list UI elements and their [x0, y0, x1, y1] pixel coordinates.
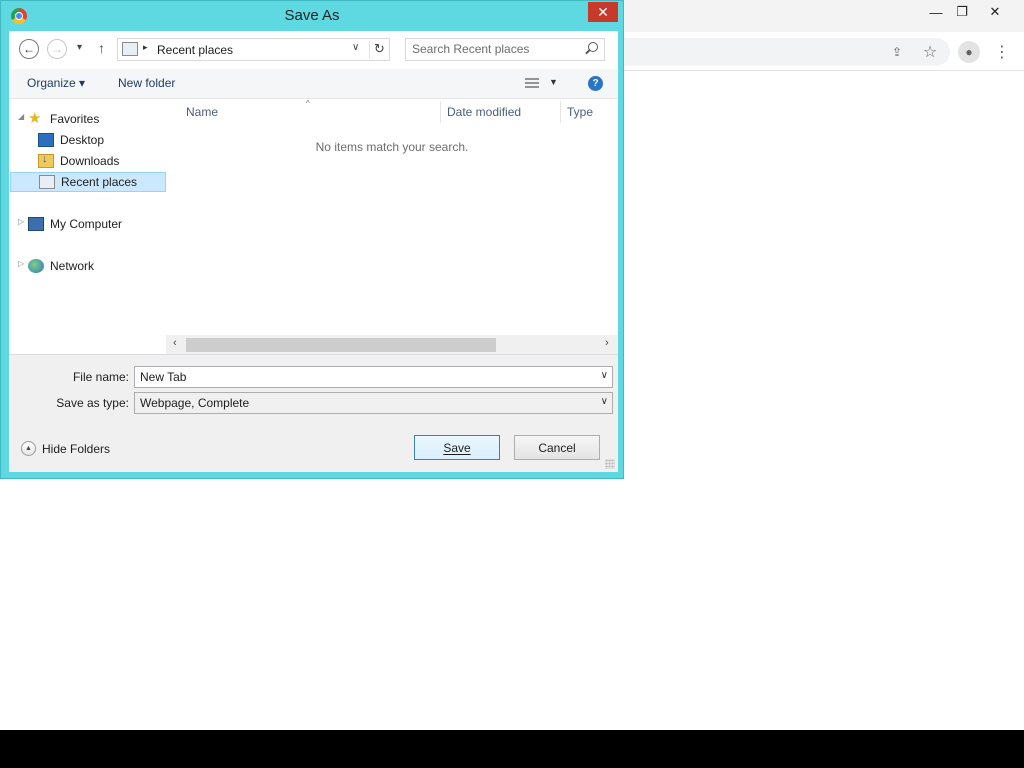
bookmark-button[interactable]: ☆: [919, 41, 941, 63]
search-box[interactable]: [405, 38, 605, 61]
view-dropdown-icon[interactable]: ▼: [549, 77, 558, 87]
navigation-bar: ← → ▾ ↑ ▸ Recent places ∨ ↻: [9, 31, 618, 69]
network-icon: [28, 259, 44, 273]
help-glyph: ?: [592, 78, 599, 89]
desktop-icon: [38, 133, 54, 147]
nav-item-network[interactable]: Network: [28, 256, 94, 276]
nav-item-favorites[interactable]: ★ Favorites: [28, 109, 99, 129]
star-icon: ★: [28, 110, 42, 127]
breadcrumb-recent-places[interactable]: Recent places: [157, 43, 233, 57]
up-arrow-icon: ↑: [98, 40, 105, 56]
recent-places-icon: [122, 42, 138, 56]
sort-ascending-icon: ^: [306, 99, 310, 108]
chevron-down-icon[interactable]: ∨: [601, 370, 608, 381]
dialog-close-button[interactable]: ✕: [588, 2, 618, 22]
computer-icon: [28, 217, 44, 231]
search-input[interactable]: [412, 42, 577, 56]
profile-button[interactable]: ●: [958, 41, 980, 63]
favorites-expander-icon[interactable]: ◢: [18, 112, 24, 121]
back-arrow-icon: ←: [23, 42, 35, 56]
search-icon[interactable]: [588, 42, 598, 52]
file-list[interactable]: ^ Name Date modified Type No items match…: [166, 99, 618, 335]
file-name-value[interactable]: New Tab: [140, 370, 186, 384]
chrome-menu-button[interactable]: ⋮: [991, 41, 1013, 63]
nav-item-label: Desktop: [60, 133, 105, 147]
column-header-name[interactable]: Name: [186, 105, 218, 119]
close-icon: ✕: [989, 4, 1001, 19]
forward-button[interactable]: →: [47, 39, 67, 59]
nav-item-desktop[interactable]: Desktop: [38, 130, 104, 150]
up-button[interactable]: ↑: [98, 40, 105, 56]
collapse-up-icon: ▲: [21, 441, 36, 456]
scroll-left-icon[interactable]: ‹: [173, 337, 177, 349]
cancel-button-label: Cancel: [538, 440, 576, 455]
downloads-folder-icon: [38, 153, 54, 168]
taskbar: [0, 730, 1024, 768]
address-dropdown-icon[interactable]: ∨: [352, 42, 359, 53]
column-divider[interactable]: [440, 101, 441, 123]
new-folder-button[interactable]: New folder: [118, 76, 175, 90]
restore-icon: ❐: [956, 4, 968, 19]
save-button-label: Save: [443, 440, 471, 455]
nav-item-label: My Computer: [50, 217, 123, 231]
address-divider: [369, 41, 370, 58]
nav-item-recent-places[interactable]: Recent places: [10, 172, 166, 192]
browser-close-button[interactable]: ✕: [975, 0, 1015, 24]
cancel-button[interactable]: Cancel: [514, 435, 600, 460]
save-as-type-value: Webpage, Complete: [140, 396, 250, 410]
my-computer-expander-icon[interactable]: ▷: [18, 217, 24, 226]
nav-item-my-computer[interactable]: My Computer: [28, 214, 122, 234]
empty-state-message: No items match your search.: [315, 140, 469, 154]
refresh-icon[interactable]: ↻: [374, 41, 385, 57]
save-as-type-label: Save as type:: [56, 396, 129, 410]
back-button[interactable]: ←: [19, 39, 39, 59]
nav-item-label: Recent places: [61, 175, 138, 189]
nav-item-downloads[interactable]: Downloads: [38, 151, 119, 171]
forward-arrow-icon: →: [51, 42, 63, 56]
scrollbar-thumb[interactable]: [186, 338, 496, 352]
recent-locations-dropdown[interactable]: ▾: [77, 42, 82, 53]
navigation-pane: ◢ ★ Favorites Desktop Downloads Recent p…: [9, 99, 166, 354]
nav-item-label: Network: [50, 259, 95, 273]
column-header-type[interactable]: Type: [567, 105, 593, 119]
close-icon: ✕: [597, 3, 609, 20]
column-divider[interactable]: [560, 101, 561, 123]
save-as-type-select[interactable]: Webpage, Complete ∨: [134, 392, 613, 414]
dialog-body: ← → ▾ ↑ ▸ Recent places ∨ ↻ Organize ▾ N…: [9, 31, 618, 472]
share-icon: ⇪: [891, 45, 903, 59]
pane-divider: [9, 354, 618, 355]
file-name-label: File name:: [72, 370, 129, 384]
organize-button[interactable]: Organize ▾: [27, 76, 85, 90]
file-name-field[interactable]: New Tab ∨: [134, 366, 613, 388]
dialog-title-bar[interactable]: Save As ✕: [1, 1, 623, 31]
network-expander-icon[interactable]: ▷: [18, 259, 24, 268]
dialog-title: Save As: [284, 7, 340, 24]
hide-folders-button[interactable]: ▲ Hide Folders: [21, 441, 110, 456]
scroll-right-icon[interactable]: ›: [605, 337, 609, 349]
kebab-menu-icon: ⋮: [994, 44, 1010, 61]
save-button[interactable]: Save: [414, 435, 500, 460]
minimize-icon: —: [929, 4, 943, 20]
profile-icon: ●: [965, 45, 973, 59]
chevron-down-icon[interactable]: ∨: [601, 396, 608, 407]
nav-item-label: Downloads: [60, 154, 120, 168]
chevron-down-icon: ▾: [77, 42, 83, 53]
command-toolbar: Organize ▾ New folder ▼ ?: [9, 69, 618, 99]
address-bar[interactable]: ▸ Recent places ∨ ↻: [117, 38, 390, 61]
horizontal-scrollbar[interactable]: ‹ ›: [166, 335, 618, 354]
column-header-date-modified[interactable]: Date modified: [447, 105, 521, 119]
share-button[interactable]: ⇪: [886, 41, 908, 63]
help-icon[interactable]: ?: [588, 76, 603, 91]
nav-item-label: Favorites: [50, 112, 100, 126]
breadcrumb-separator-icon[interactable]: ▸: [143, 42, 148, 53]
view-options-icon[interactable]: [525, 78, 539, 89]
hide-folders-label: Hide Folders: [42, 441, 111, 456]
star-icon: ☆: [922, 44, 938, 61]
recent-places-icon: [39, 175, 55, 189]
save-as-dialog: Save As ✕ ← → ▾ ↑ ▸ Recent places ∨ ↻ Se…: [0, 0, 624, 479]
resize-grip-icon[interactable]: [605, 459, 615, 469]
